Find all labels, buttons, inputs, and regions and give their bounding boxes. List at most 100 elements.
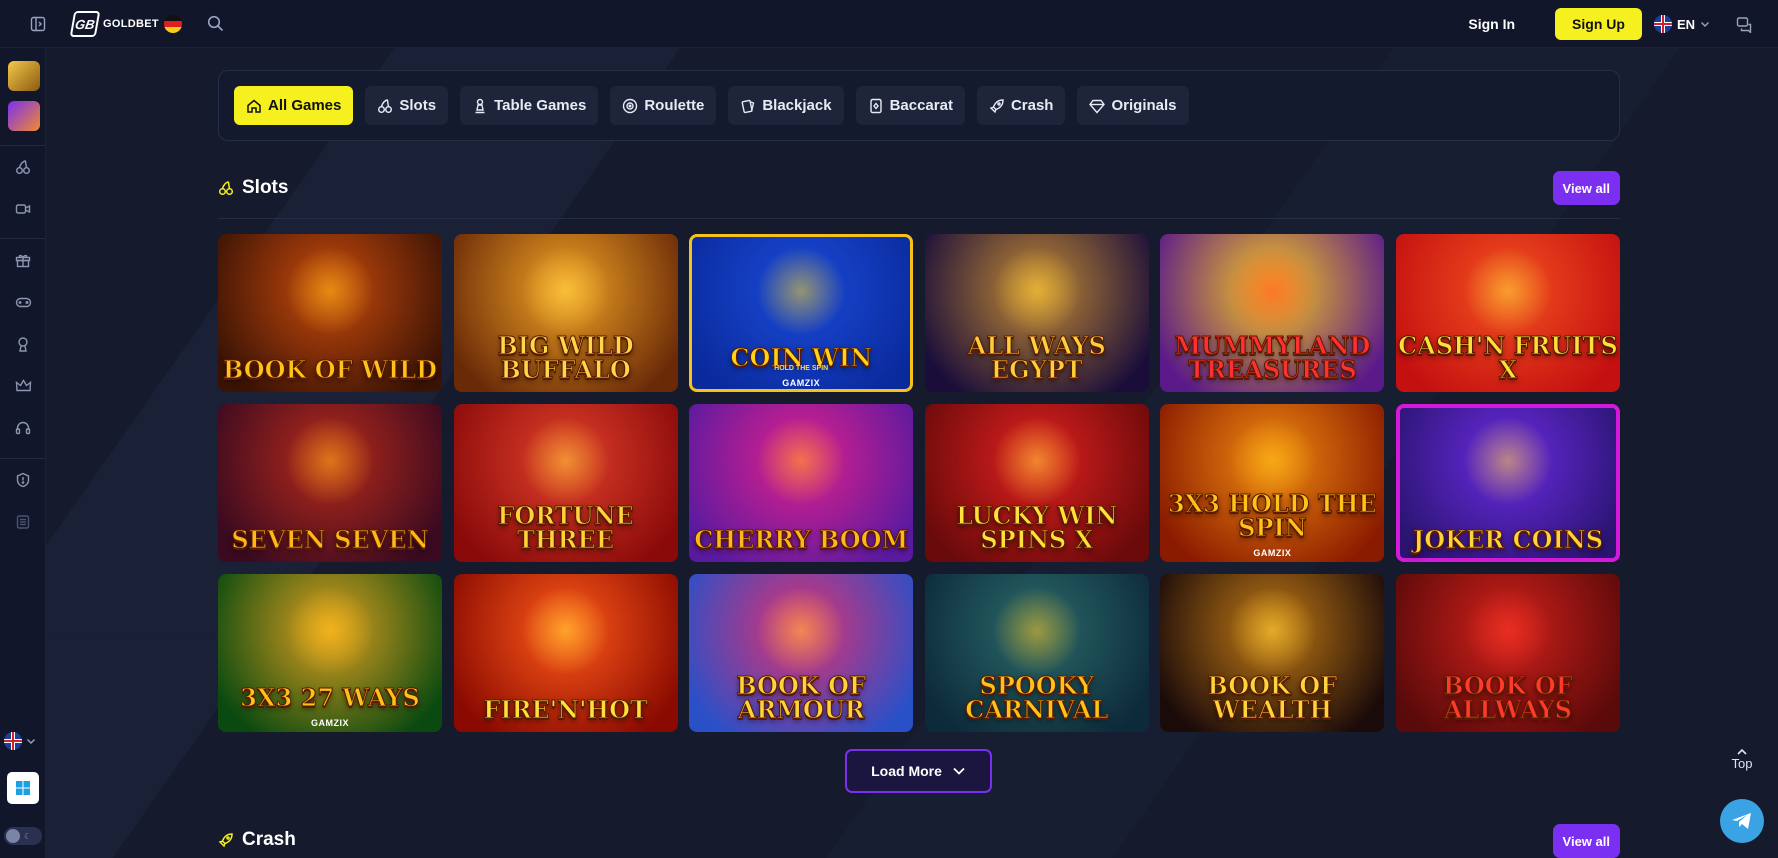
uk-flag-icon <box>4 732 22 750</box>
games-grid: Book of Wild Big Wild Buffalo Coin Win HOLD… <box>218 234 1620 732</box>
theme-toggle[interactable]: ☾ <box>4 827 42 845</box>
language-label: EN <box>1676 16 1695 32</box>
toggle-knob <box>6 829 20 843</box>
sign-in-button[interactable]: Sign In <box>1468 16 1515 32</box>
game-tile[interactable]: Spooky Carnival <box>924 574 1149 732</box>
game-title: Cherry Boom <box>694 525 909 554</box>
game-tile[interactable]: Book of Wild <box>218 234 442 392</box>
tab-label: Table Games <box>494 97 587 114</box>
germany-flag-icon <box>163 14 182 33</box>
chevron-up-icon <box>1737 748 1747 755</box>
tab-roulette[interactable]: Roulette <box>610 86 717 125</box>
load-more-button[interactable]: Load More <box>845 749 992 793</box>
language-selector[interactable]: EN <box>1653 15 1710 33</box>
rocket-icon <box>218 833 233 848</box>
game-tile[interactable]: Book of Allways <box>1395 574 1620 732</box>
sidebar-toggle-icon[interactable] <box>26 12 50 36</box>
cherry-icon[interactable] <box>11 155 35 179</box>
game-tile[interactable]: Cash'n Fruits X <box>1395 234 1620 392</box>
scroll-top-button[interactable]: Top <box>1722 740 1762 778</box>
uk-flag-icon <box>1653 15 1672 33</box>
live-camera-icon[interactable] <box>11 197 35 221</box>
headset-icon[interactable] <box>11 416 35 440</box>
trophy-icon[interactable] <box>11 332 35 356</box>
windows-app-button[interactable] <box>7 772 39 804</box>
game-artwork <box>991 246 1082 336</box>
game-tile[interactable]: Joker Coins <box>1395 404 1620 562</box>
game-title: 3x3 27 Ways <box>240 683 420 712</box>
crash-section-header: Crash <box>218 829 296 851</box>
game-tile[interactable]: 3x3 27 Ways GAMZIX <box>218 574 442 732</box>
game-title: Book of Armour <box>736 671 867 724</box>
logo-mark: GB <box>69 10 101 37</box>
game-title: Lucky Win Spins X <box>956 501 1118 554</box>
cherry-icon <box>218 180 234 196</box>
tab-all-games[interactable]: All Games <box>234 86 354 125</box>
logo[interactable]: GB GOLDBET <box>69 10 182 37</box>
game-artwork <box>991 586 1082 676</box>
tab-slots[interactable]: Slots <box>365 86 449 125</box>
game-title: Cash'n Fruits X <box>1398 331 1619 384</box>
game-title: Big Wild Buffalo <box>497 331 634 384</box>
pawn-icon <box>475 98 485 113</box>
game-artwork <box>756 246 846 336</box>
game-tile[interactable]: Fire'n'Hot <box>453 574 678 732</box>
card-icon <box>869 98 882 113</box>
top-label: Top <box>1731 755 1753 771</box>
tab-label: All Games <box>268 97 342 114</box>
game-tile[interactable]: Mummyland Treasures <box>1160 234 1385 392</box>
game-title: Seven Seven <box>231 525 429 554</box>
crash-view-all-button[interactable]: View all <box>1552 824 1620 858</box>
game-tile[interactable]: Fortune Three <box>453 404 678 562</box>
section-divider <box>218 218 1620 219</box>
moon-icon: ☾ <box>24 831 32 841</box>
tab-table-games[interactable]: Table Games <box>460 86 599 125</box>
game-artwork <box>756 416 846 506</box>
game-tile[interactable]: Book of Armour <box>689 574 914 732</box>
search-icon[interactable] <box>204 12 228 36</box>
chat-icon[interactable] <box>1732 12 1756 36</box>
tab-crash[interactable]: Crash <box>976 86 1066 125</box>
game-tile[interactable]: Big Wild Buffalo <box>453 234 678 392</box>
game-artwork <box>1227 586 1318 676</box>
game-tile[interactable]: Lucky Win Spins X <box>924 404 1149 562</box>
slots-view-all-button[interactable]: View all <box>1552 171 1620 205</box>
slots-section-header: Slots <box>218 177 288 199</box>
rocket-icon <box>989 98 1004 113</box>
game-artwork <box>520 416 611 506</box>
game-tile[interactable]: Book of Wealth <box>1160 574 1385 732</box>
game-tile[interactable]: Coin Win HOLD THE SPIN GAMZIX <box>689 234 914 392</box>
tab-baccarat[interactable]: Baccarat <box>855 86 965 125</box>
tab-label: Roulette <box>644 97 705 114</box>
crown-icon[interactable] <box>11 374 35 398</box>
category-bar: All Games Slots Table Games Roulette Bla… <box>218 70 1620 141</box>
gamepad-icon[interactable] <box>11 290 35 314</box>
game-tile[interactable]: All Ways Egypt <box>924 234 1149 392</box>
game-title: Book of Allways <box>1443 671 1574 724</box>
promo-tile-gold[interactable] <box>8 61 40 91</box>
provider-badge: GAMZIX <box>1253 548 1292 558</box>
tab-label: Crash <box>1010 97 1054 114</box>
tab-blackjack[interactable]: Blackjack <box>728 86 844 125</box>
game-artwork <box>285 416 375 506</box>
gift-icon[interactable] <box>11 248 35 272</box>
game-tile[interactable]: Cherry Boom <box>689 404 914 562</box>
sign-up-button[interactable]: Sign Up <box>1555 8 1642 40</box>
game-artwork <box>1463 586 1553 676</box>
chevron-down-icon <box>1701 22 1709 27</box>
game-artwork <box>1227 246 1318 336</box>
promo-tile-rocket[interactable] <box>8 101 40 131</box>
tab-originals[interactable]: Originals <box>1077 86 1189 125</box>
shield-icon[interactable] <box>11 468 35 492</box>
game-tile[interactable]: Seven Seven <box>218 404 442 562</box>
game-artwork <box>520 586 611 676</box>
telegram-button[interactable] <box>1720 799 1764 843</box>
sidebar-language-selector[interactable] <box>4 732 36 750</box>
diamond-icon <box>1089 99 1106 114</box>
document-icon[interactable] <box>11 510 35 534</box>
game-title: Mummyland Treasures <box>1174 331 1371 384</box>
logo-text: GOLDBET <box>103 17 159 30</box>
tab-label: Baccarat <box>889 97 953 114</box>
game-tile[interactable]: 3x3 Hold the Spin GAMZIX <box>1160 404 1385 562</box>
game-title: 3x3 Hold the Spin <box>1167 489 1377 542</box>
